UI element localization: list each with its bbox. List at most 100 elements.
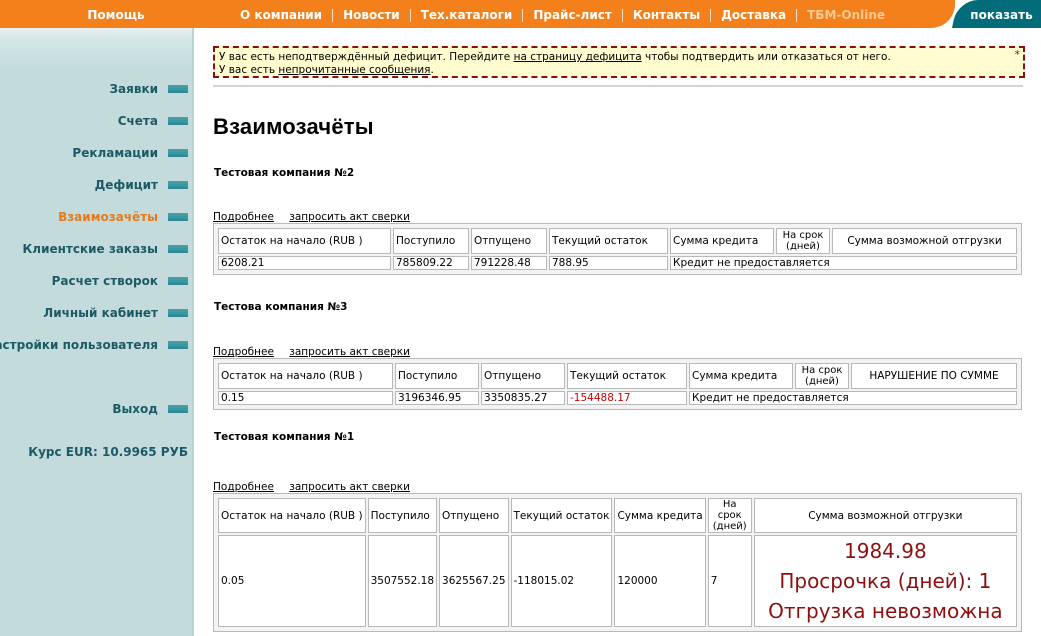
column-header: Остаток на начало (RUB ) xyxy=(218,498,366,533)
credit-term: 7 xyxy=(707,535,752,627)
sidebar-item-label: Взаимозачёты xyxy=(58,210,158,224)
sidebar-item-label: Выход xyxy=(112,402,158,416)
nav-news[interactable]: Новости xyxy=(333,9,411,22)
column-header: Сумма возможной отгрузки xyxy=(753,498,1017,533)
settlement-table: Остаток на начало (RUB ) Поступило Отпущ… xyxy=(213,223,1022,275)
company-links: Подробнее запросить акт сверки xyxy=(213,346,422,358)
column-header: Остаток на начало (RUB ) xyxy=(218,228,391,254)
column-header: НАРУШЕНИЕ ПО СУММЕ xyxy=(851,363,1017,389)
column-header: Поступило xyxy=(395,363,479,389)
sidebar-item-client-orders[interactable]: Клиентские заказы xyxy=(22,240,188,258)
sidebar-item-label: Счета xyxy=(117,114,158,128)
unread-messages-link[interactable]: непрочитанные сообщения xyxy=(278,64,430,76)
sidebar-bullet-icon xyxy=(168,309,188,317)
notice-text: чтобы подтвердить или отказаться от него… xyxy=(641,51,891,63)
sidebar-item-user-settings[interactable]: Настройки пользователя xyxy=(0,336,188,354)
shipment-status: Отгрузка невозможна xyxy=(768,599,1003,623)
nav-delivery[interactable]: Доставка xyxy=(711,9,798,22)
table-row: 6208.21 785809.22 791228.48 788.95 Креди… xyxy=(218,256,1017,270)
company-name: Тестовая компания №1 xyxy=(213,430,778,465)
column-header: На срок (дней) xyxy=(707,498,752,533)
column-header: Поступило xyxy=(393,228,469,254)
request-reconciliation-link[interactable]: запросить акт сверки xyxy=(289,211,410,223)
sidebar-bullet-icon xyxy=(168,213,188,221)
column-header: Сумма кредита xyxy=(614,498,706,533)
possible-shipment: 1984.98 Просрочка (дней): 1 Отгрузка нев… xyxy=(753,535,1017,627)
company-name: Тестовая компания №2 xyxy=(213,166,374,201)
request-reconciliation-link[interactable]: запросить акт сверки xyxy=(289,481,410,493)
sidebar-bullet-icon xyxy=(168,341,188,349)
credit-info: Кредит не предоставляется xyxy=(689,391,1017,405)
current-balance: -118015.02 xyxy=(510,535,613,627)
nav-about[interactable]: О компании xyxy=(230,9,334,22)
column-header: Текущий остаток xyxy=(549,228,668,254)
received-amount: 3196346.95 xyxy=(395,391,479,405)
column-header: На срок (дней) xyxy=(776,228,830,254)
opening-balance: 0.15 xyxy=(218,391,393,405)
sidebar: Заявки Счета Рекламации Дефицит Взаимоза… xyxy=(0,28,194,636)
eur-rate: Курс EUR: 10.9965 РУБ xyxy=(28,445,188,459)
company-name: Тестова компания №3 xyxy=(213,300,452,335)
sidebar-bullet-icon xyxy=(168,149,188,157)
close-icon[interactable]: * xyxy=(1015,48,1021,61)
sidebar-item-label: Клиентские заказы xyxy=(22,242,158,256)
notice-line-deficit: У вас есть неподтверждённый дефицит. Пер… xyxy=(219,51,1019,64)
sidebar-bullet-icon xyxy=(168,245,188,253)
deficit-page-link[interactable]: на страницу дефицита xyxy=(514,51,642,63)
possible-shipment-amount: 1984.98 xyxy=(844,539,927,563)
notice-text: . xyxy=(430,64,434,76)
settlement-table: Остаток на начало (RUB ) Поступило Отпущ… xyxy=(213,493,1022,632)
sidebar-item-deficit[interactable]: Дефицит xyxy=(95,176,188,194)
show-button[interactable]: показать xyxy=(962,0,1041,28)
divider xyxy=(213,85,1023,87)
request-reconciliation-link[interactable]: запросить акт сверки xyxy=(289,346,410,358)
sidebar-item-account[interactable]: Личный кабинет xyxy=(43,304,188,322)
sidebar-item-label: Дефицит xyxy=(94,178,158,192)
sidebar-item-settlements[interactable]: Взаимозачёты xyxy=(58,208,188,226)
sidebar-item-requests[interactable]: Заявки xyxy=(110,80,188,98)
notice-line-messages: У вас есть непрочитанные сообщения. xyxy=(219,64,1019,77)
shipped-amount: 3350835.27 xyxy=(481,391,565,405)
credit-amount: 120000 xyxy=(614,535,706,627)
details-link[interactable]: Подробнее xyxy=(213,346,274,358)
received-amount: 785809.22 xyxy=(393,256,469,270)
sidebar-item-label: Личный кабинет xyxy=(43,306,158,320)
credit-info: Кредит не предоставляется xyxy=(670,256,1017,270)
column-header: Текущий остаток xyxy=(510,498,613,533)
notice-text: У вас есть xyxy=(219,64,279,76)
nav-contacts[interactable]: Контакты xyxy=(623,9,712,22)
nav-tbm-online[interactable]: ТБМ-Online xyxy=(797,9,895,22)
sidebar-bullet-icon xyxy=(168,117,188,125)
current-balance: -154488.17 xyxy=(567,391,687,405)
column-header: Поступило xyxy=(367,498,438,533)
column-header: Сумма возможной отгрузки xyxy=(832,228,1017,254)
details-link[interactable]: Подробнее xyxy=(213,211,274,223)
notice-banner: У вас есть неподтверждённый дефицит. Пер… xyxy=(213,46,1025,78)
opening-balance: 0.05 xyxy=(218,535,366,627)
top-navigation-bar: Помощь О компании Новости Тех.каталоги П… xyxy=(0,0,1041,28)
sidebar-item-invoices[interactable]: Счета xyxy=(118,112,188,130)
company-links: Подробнее запросить акт сверки xyxy=(213,481,422,493)
nav-price-list[interactable]: Прайс-лист xyxy=(523,9,623,22)
company-links: Подробнее запросить акт сверки xyxy=(213,211,422,223)
nav-tech-catalogs[interactable]: Тех.каталоги xyxy=(411,9,524,22)
details-link[interactable]: Подробнее xyxy=(213,481,274,493)
column-header: Отпущено xyxy=(471,228,547,254)
sidebar-item-logout[interactable]: Выход xyxy=(112,400,188,418)
sidebar-item-sash-calc[interactable]: Расчет створок xyxy=(52,272,188,290)
help-link[interactable]: Помощь xyxy=(0,0,232,28)
column-header: Сумма кредита xyxy=(670,228,774,254)
sidebar-item-label: Заявки xyxy=(109,82,158,96)
shipped-amount: 791228.48 xyxy=(471,256,547,270)
sidebar-item-label: Настройки пользователя xyxy=(0,338,158,352)
sidebar-bullet-icon xyxy=(168,85,188,93)
column-header: Сумма кредита xyxy=(689,363,793,389)
current-balance: 788.95 xyxy=(549,256,668,270)
sidebar-item-claims[interactable]: Рекламации xyxy=(72,144,188,162)
column-header: Текущий остаток xyxy=(567,363,687,389)
column-header: Остаток на начало (RUB ) xyxy=(218,363,393,389)
column-header: На срок (дней) xyxy=(795,363,849,389)
settlement-table: Остаток на начало (RUB ) Поступило Отпущ… xyxy=(213,358,1022,410)
sidebar-bullet-icon xyxy=(168,405,188,413)
column-header: Отпущено xyxy=(481,363,565,389)
